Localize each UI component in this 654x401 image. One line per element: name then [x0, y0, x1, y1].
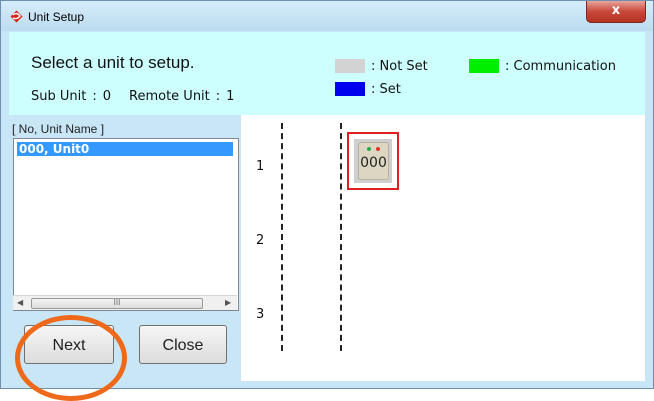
remote-unit-value: 1	[226, 89, 235, 104]
window-close-button[interactable]: x	[586, 1, 646, 23]
unit-tile-label: 000	[360, 155, 387, 171]
legend-swatch-not-set	[335, 59, 365, 73]
legend-label-not-set: : Not Set	[371, 59, 428, 74]
setup-prompt: Select a unit to setup.	[31, 53, 195, 72]
unit-listbox[interactable]: 000, Unit0	[13, 138, 239, 311]
sub-unit-label: Sub Unit	[31, 89, 87, 104]
window-title: Unit Setup	[28, 10, 85, 24]
list-item[interactable]: 000, Unit0	[17, 142, 233, 156]
unit-count-line: Sub Unit:0 Remote Unit:1	[31, 89, 240, 104]
row-number-2: 2	[256, 233, 265, 248]
remote-unit-separator: :	[215, 89, 221, 104]
scroll-right-icon[interactable]: ▶	[225, 298, 231, 307]
remote-unit-label: Remote Unit	[129, 89, 210, 104]
next-button[interactable]: Next	[24, 325, 114, 364]
scroll-left-icon[interactable]: ◀	[17, 298, 23, 307]
row-number-3: 3	[256, 307, 265, 322]
unit-setup-window: Unit Setup x Select a unit to setup. Sub…	[0, 0, 654, 389]
unit-layout-canvas[interactable]	[241, 115, 645, 381]
close-button[interactable]: Close	[139, 325, 227, 364]
green-led-icon	[367, 147, 371, 151]
legend-swatch-set	[335, 82, 365, 96]
sub-unit-value: 0	[102, 89, 112, 104]
app-logo-icon	[10, 10, 23, 23]
title-bar: Unit Setup x	[1, 1, 653, 31]
legend-label-set: : Set	[371, 82, 401, 97]
header-panel: Select a unit to setup. Sub Unit:0 Remote…	[9, 32, 645, 115]
sub-unit-separator: :	[92, 89, 97, 104]
red-led-icon	[376, 147, 380, 151]
legend-label-communication: : Communication	[505, 59, 616, 74]
window-bottom-edge	[1, 381, 653, 388]
column-divider-left	[281, 123, 283, 351]
horizontal-scrollbar[interactable]: ◀ III ▶	[13, 295, 237, 310]
row-number-1: 1	[256, 159, 265, 174]
unit-tile-selected[interactable]: 000	[347, 132, 399, 190]
legend-swatch-communication	[469, 59, 499, 73]
unit-device-icon: 000	[358, 142, 389, 180]
scrollbar-thumb[interactable]: III	[31, 298, 203, 309]
column-divider-right	[340, 123, 342, 351]
unit-tile-status-fill: 000	[354, 139, 392, 183]
unit-list-header: [ No, Unit Name ]	[12, 122, 105, 136]
